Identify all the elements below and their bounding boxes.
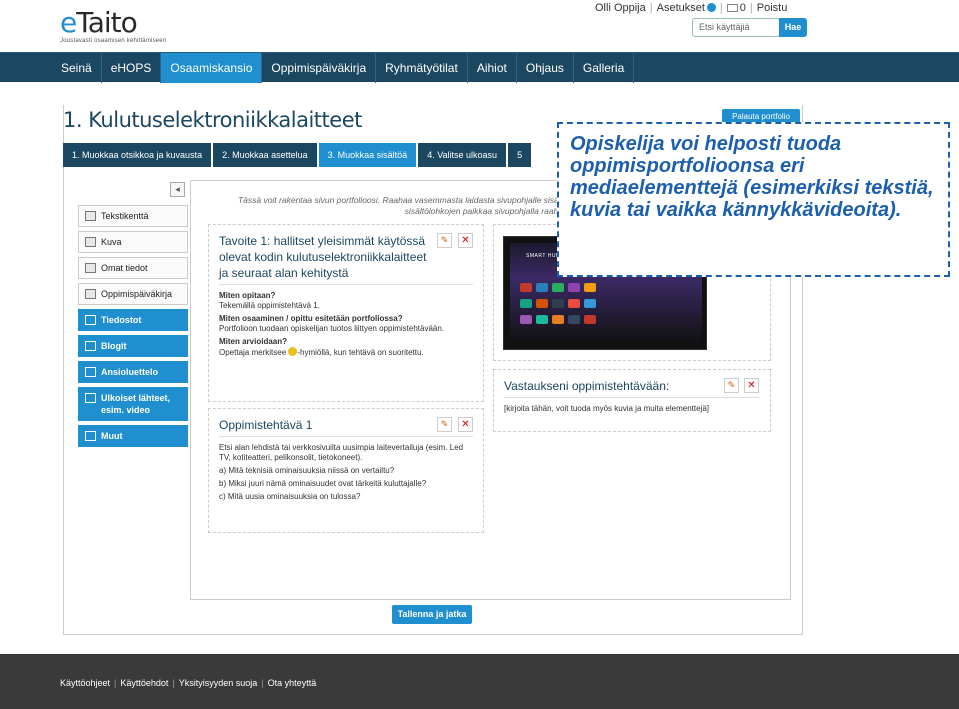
mail-icon[interactable]: [726, 4, 738, 12]
step-tab-1[interactable]: 1. Muokkaa otsikkoa ja kuvausta: [63, 143, 212, 167]
step-tab-4[interactable]: 4. Valitse ulkoasu: [418, 143, 507, 167]
goal-title: Tavoite 1: hallitset yleisimmät käytössä…: [219, 233, 473, 285]
cv-icon: [85, 367, 96, 377]
nav-item-ehops[interactable]: eHOPS: [102, 53, 162, 83]
step-tab-5[interactable]: 5: [508, 143, 532, 167]
nav-item-ryhm-ty-tilat[interactable]: Ryhmätyötilat: [376, 53, 468, 83]
element-palette: Tekstikenttä Kuva Omat tiedot Oppimispäiväk…: [78, 205, 188, 451]
top-header: eTaito Joustavasti osaamisen kehittämise…: [0, 0, 959, 52]
page-title: 1. Kulutuselektroniikkalaitteet: [63, 108, 362, 132]
collapse-panel-icon[interactable]: ◂: [170, 182, 185, 197]
nav-item-osaamiskansio[interactable]: Osaamiskansio: [161, 53, 263, 83]
logo-tagline: Joustavasti osaamisen kehittämiseen: [60, 38, 167, 44]
annotation-callout: Opiskelija voi helposti tuoda oppimispor…: [557, 122, 950, 277]
image-icon: [85, 237, 96, 247]
edit-answer-icon[interactable]: ✎: [724, 378, 739, 393]
goal-question-3: Miten arvioidaan?: [219, 337, 288, 346]
palette-item-label: Ansioluettelo: [101, 367, 159, 377]
palette-item-label: Ulkoiset lähteet, esim. video: [101, 393, 171, 415]
palette-item-label: Kuva: [101, 237, 122, 247]
search-input[interactable]: Etsi käyttäjiä: [692, 18, 780, 37]
delete-answer-icon[interactable]: ✕: [744, 378, 759, 393]
page-footer: Käyttöohjeet | Käyttöehdot | Yksityisyyden s…: [0, 654, 959, 709]
delete-task-icon[interactable]: ✕: [458, 417, 473, 432]
nav-item-galleria[interactable]: Galleria: [574, 53, 635, 83]
footer-link-1[interactable]: Käyttöohjeet: [60, 678, 110, 688]
external-link-icon: [85, 393, 96, 403]
save-and-continue-button[interactable]: Tallenna ja jatka: [392, 605, 472, 624]
task-title: Oppimistehtävä 1: [219, 417, 473, 437]
journal-icon: [85, 289, 96, 299]
canvas-hint: Tässä voit rakentaa sivun portfolioosi. …: [237, 195, 563, 216]
pencil-icon: [85, 341, 96, 351]
palette-item-label: Oppimispäiväkirja: [101, 289, 173, 299]
palette-item-8[interactable]: Ulkoiset lähteet, esim. video: [78, 387, 188, 421]
palette-item-7[interactable]: Ansioluettelo: [78, 361, 188, 383]
edit-goal-icon[interactable]: ✎: [437, 233, 452, 248]
palette-item-1[interactable]: Tekstikenttä: [78, 205, 188, 227]
search-button[interactable]: Hae: [779, 18, 807, 37]
palette-item-label: Muut: [101, 431, 123, 441]
edit-task-icon[interactable]: ✎: [437, 417, 452, 432]
nav-item-aihiot[interactable]: Aihiot: [468, 53, 517, 83]
palette-item-label: Blogit: [101, 341, 127, 351]
palette-item-label: Omat tiedot: [101, 263, 148, 273]
user-icon: [85, 263, 96, 273]
text-icon: [85, 211, 96, 221]
goal-block[interactable]: Tavoite 1: hallitset yleisimmät käytössä…: [208, 224, 484, 402]
palette-item-9[interactable]: Muut: [78, 425, 188, 447]
answer-title: Vastaukseni oppimistehtävään:: [504, 378, 760, 398]
delete-goal-icon[interactable]: ✕: [458, 233, 473, 248]
palette-item-2[interactable]: Kuva: [78, 231, 188, 253]
palette-item-6[interactable]: Blogit: [78, 335, 188, 357]
user-links: Olli Oppija | Asetukset | 0 | Poistu: [595, 2, 788, 14]
user-name-link[interactable]: Olli Oppija: [595, 2, 646, 14]
callout-text: Opiskelija voi helposti tuoda oppimispor…: [570, 133, 934, 221]
nav-item-sein-[interactable]: Seinä: [52, 53, 102, 83]
footer-link-2[interactable]: Käyttöehdot: [120, 678, 168, 688]
main-navigation: Seinä eHOPS Osaamiskansio Oppimispäiväkirja…: [0, 52, 959, 83]
etaito-logo[interactable]: eTaito Joustavasti osaamisen kehittämise…: [60, 8, 167, 45]
palette-item-4[interactable]: Oppimispäiväkirja: [78, 283, 188, 305]
answer-placeholder[interactable]: [kirjoita tähän, voit tuoda myös kuvia j…: [504, 404, 760, 414]
other-icon: [85, 431, 96, 441]
file-icon: [85, 315, 96, 325]
nav-item-ohjaus[interactable]: Ohjaus: [517, 53, 574, 83]
palette-item-3[interactable]: Omat tiedot: [78, 257, 188, 279]
step-tab-2[interactable]: 2. Muokkaa asettelua: [213, 143, 317, 167]
palette-item-label: Tekstikenttä: [101, 211, 149, 221]
messages-count[interactable]: 0: [740, 2, 746, 14]
goal-question-1: Miten opitaan?: [219, 291, 276, 300]
step-tab-3[interactable]: 3. Muokkaa sisältöä: [318, 143, 417, 167]
footer-link-3[interactable]: Yksityisyyden suoja: [179, 678, 258, 688]
footer-link-4[interactable]: Ota yhteyttä: [268, 678, 317, 688]
settings-link[interactable]: Asetukset: [657, 2, 705, 14]
palette-item-5[interactable]: Tiedostot: [78, 309, 188, 331]
nav-item-oppimisp-iv-kirja[interactable]: Oppimispäiväkirja: [262, 53, 377, 83]
gear-icon[interactable]: [706, 3, 716, 12]
palette-item-label: Tiedostot: [101, 315, 142, 325]
logout-link[interactable]: Poistu: [757, 2, 788, 14]
goal-question-2: Miten osaaminen / opittu esitetään portf…: [219, 314, 403, 323]
